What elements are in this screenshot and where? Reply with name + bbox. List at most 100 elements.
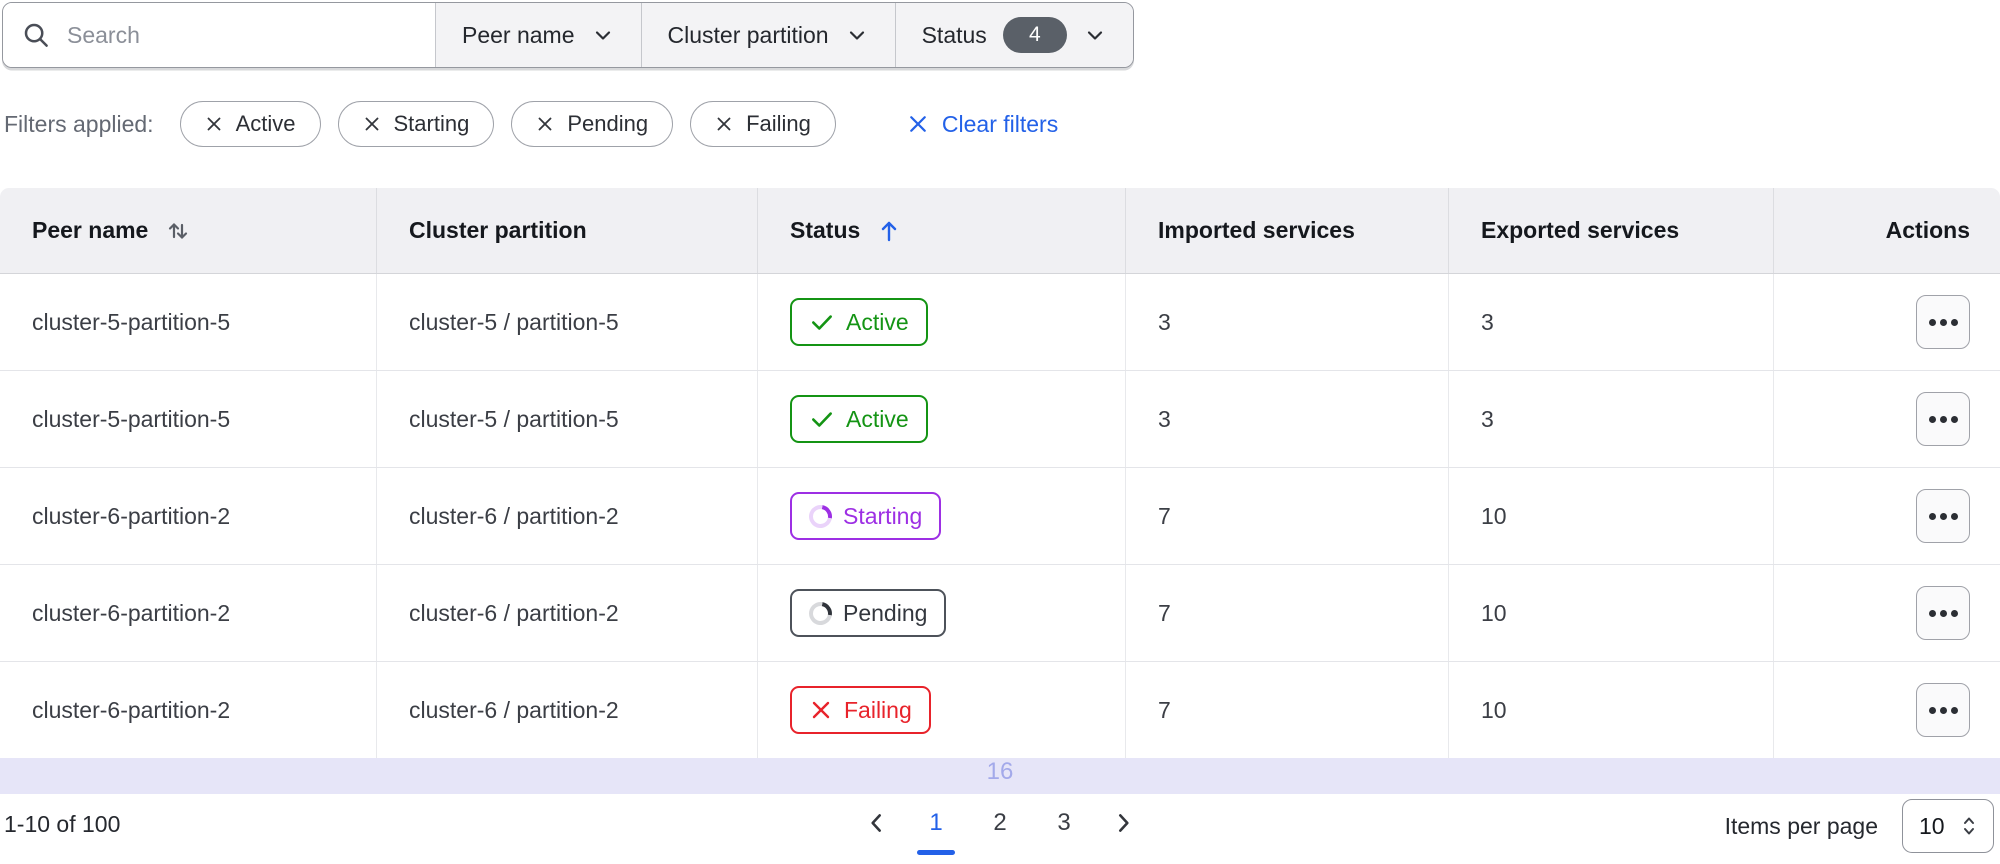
status-badge: Active: [790, 395, 928, 443]
cell-status: Pending: [757, 565, 1125, 661]
cell-status: Failing: [757, 662, 1125, 758]
search-box[interactable]: [3, 3, 435, 67]
cell-imported-services: 3: [1125, 274, 1448, 370]
cell-imported-services: 7: [1125, 468, 1448, 564]
filter-chip-label: Starting: [393, 111, 470, 136]
table-header-row: Peer name Cluster partition Status Impor…: [0, 188, 2000, 274]
chevron-down-icon: [849, 31, 864, 40]
cluster-partition-filter-label: Cluster partition: [667, 21, 829, 48]
ellipsis-icon: [1928, 318, 1936, 326]
filter-chip-label: Active: [235, 111, 296, 136]
table-row: cluster-5-partition-5 cluster-5 / partit…: [0, 370, 2000, 467]
remove-filter-icon: [717, 117, 731, 131]
peer-name-filter-dropdown[interactable]: Peer name: [435, 3, 641, 67]
page-button-2[interactable]: 2: [968, 799, 1032, 847]
cell-imported-services: 7: [1125, 565, 1448, 661]
cell-imported-services: 3: [1125, 371, 1448, 467]
table-row: cluster-6-partition-2 cluster-6 / partit…: [0, 661, 2000, 758]
cell-exported-services: 10: [1448, 662, 1773, 758]
column-header-exported-services[interactable]: Exported services: [1448, 188, 1773, 273]
x-icon: [812, 701, 830, 719]
page-button-1[interactable]: 1: [904, 799, 968, 847]
spinner-icon: [804, 499, 837, 533]
cell-actions: [1773, 468, 2000, 564]
clear-icon: [910, 116, 926, 132]
cell-peer-name: cluster-6-partition-2: [32, 502, 231, 529]
status-filter-label: Status: [921, 21, 987, 48]
status-badge-label: Pending: [843, 599, 928, 626]
cell-cluster-partition: cluster-6 / partition-2: [376, 565, 757, 661]
search-input[interactable]: [65, 20, 369, 50]
filter-chip-pending[interactable]: Pending: [511, 101, 674, 147]
filter-chip-active[interactable]: Active: [179, 101, 321, 147]
filter-chip-failing[interactable]: Failing: [690, 101, 836, 147]
results-range-label: 1-10 of 100: [4, 811, 121, 837]
applied-filters-row: Filters applied: Active Starting Pending…: [4, 101, 1064, 147]
search-icon: [24, 23, 48, 47]
cell-cluster-partition: cluster-6 / partition-2: [376, 662, 757, 758]
ellipsis-icon: [1928, 415, 1936, 423]
items-per-page-select[interactable]: 10: [1902, 799, 1994, 853]
table-row: cluster-6-partition-2 cluster-6 / partit…: [0, 564, 2000, 661]
page-button-3[interactable]: 3: [1032, 799, 1096, 847]
column-header-label: Status: [790, 217, 861, 243]
cell-actions: [1773, 274, 2000, 370]
cell-actions: [1773, 565, 2000, 661]
column-header-status[interactable]: Status: [757, 188, 1125, 273]
pagination-bar: 1-10 of 100 1 2 3 Items per page 10: [0, 789, 2000, 864]
column-header-peer-name[interactable]: Peer name: [0, 188, 376, 273]
clear-filters-button[interactable]: Clear filters: [901, 110, 1064, 139]
sort-ascending-icon: [882, 221, 897, 241]
status-filter-dropdown[interactable]: Status 4: [894, 3, 1133, 67]
column-header-label: Imported services: [1158, 217, 1355, 243]
cell-exported-services: 3: [1448, 371, 1773, 467]
ellipsis-icon: [1928, 609, 1936, 617]
status-badge-label: Active: [846, 308, 909, 335]
cell-peer-name: cluster-5-partition-5: [32, 405, 231, 432]
unfold-more-icon: [1964, 817, 1974, 835]
column-header-label: Cluster partition: [409, 217, 587, 243]
cell-cluster-partition: cluster-6 / partition-2: [376, 468, 757, 564]
column-header-imported-services[interactable]: Imported services: [1125, 188, 1448, 273]
cell-cluster-partition: cluster-5 / partition-5: [376, 371, 757, 467]
cell-peer-name: cluster-5-partition-5: [32, 308, 231, 335]
status-badge-label: Failing: [844, 696, 912, 723]
items-per-page-value: 10: [1919, 812, 1945, 839]
table-row: cluster-5-partition-5 cluster-5 / partit…: [0, 274, 2000, 370]
status-badge-label: Active: [846, 405, 909, 432]
column-header-label: Actions: [1885, 217, 1970, 243]
status-badge: Active: [790, 298, 928, 346]
cell-status: Starting: [757, 468, 1125, 564]
items-per-page-control: Items per page 10: [1725, 799, 1994, 853]
cell-peer-name: cluster-6-partition-2: [32, 599, 231, 626]
cell-exported-services: 3: [1448, 274, 1773, 370]
cluster-partition-filter-dropdown[interactable]: Cluster partition: [640, 3, 895, 67]
chevron-right-icon: [1118, 814, 1129, 832]
next-page-button[interactable]: [1096, 800, 1150, 846]
remove-filter-icon: [538, 117, 552, 131]
column-header-cluster-partition[interactable]: Cluster partition: [376, 188, 757, 273]
cell-status: Active: [757, 274, 1125, 370]
peers-table-page: Peer name Cluster partition Status 4 Fil…: [0, 0, 2000, 864]
filter-chip-label: Failing: [746, 111, 811, 136]
row-actions-menu-button[interactable]: [1916, 392, 1970, 446]
filter-chip-label: Pending: [567, 111, 649, 136]
chevron-left-icon: [871, 814, 882, 832]
spinner-icon: [804, 596, 837, 630]
row-actions-menu-button[interactable]: [1916, 295, 1970, 349]
sort-both-icon: [169, 222, 188, 239]
row-actions-menu-button[interactable]: [1916, 683, 1970, 737]
row-actions-menu-button[interactable]: [1916, 489, 1970, 543]
table-row: cluster-6-partition-2 cluster-6 / partit…: [0, 467, 2000, 564]
column-header-label: Exported services: [1481, 217, 1680, 243]
cell-cluster-partition: cluster-5 / partition-5: [376, 274, 757, 370]
chevron-down-icon: [595, 31, 610, 40]
filter-toolbar: Peer name Cluster partition Status 4: [2, 2, 1134, 68]
peer-name-filter-label: Peer name: [462, 21, 575, 48]
filters-applied-label: Filters applied:: [4, 110, 154, 137]
ellipsis-icon: [1928, 706, 1936, 714]
ellipsis-icon: [1928, 512, 1936, 520]
row-actions-menu-button[interactable]: [1916, 586, 1970, 640]
filter-chip-starting[interactable]: Starting: [337, 101, 495, 147]
previous-page-button[interactable]: [850, 800, 904, 846]
